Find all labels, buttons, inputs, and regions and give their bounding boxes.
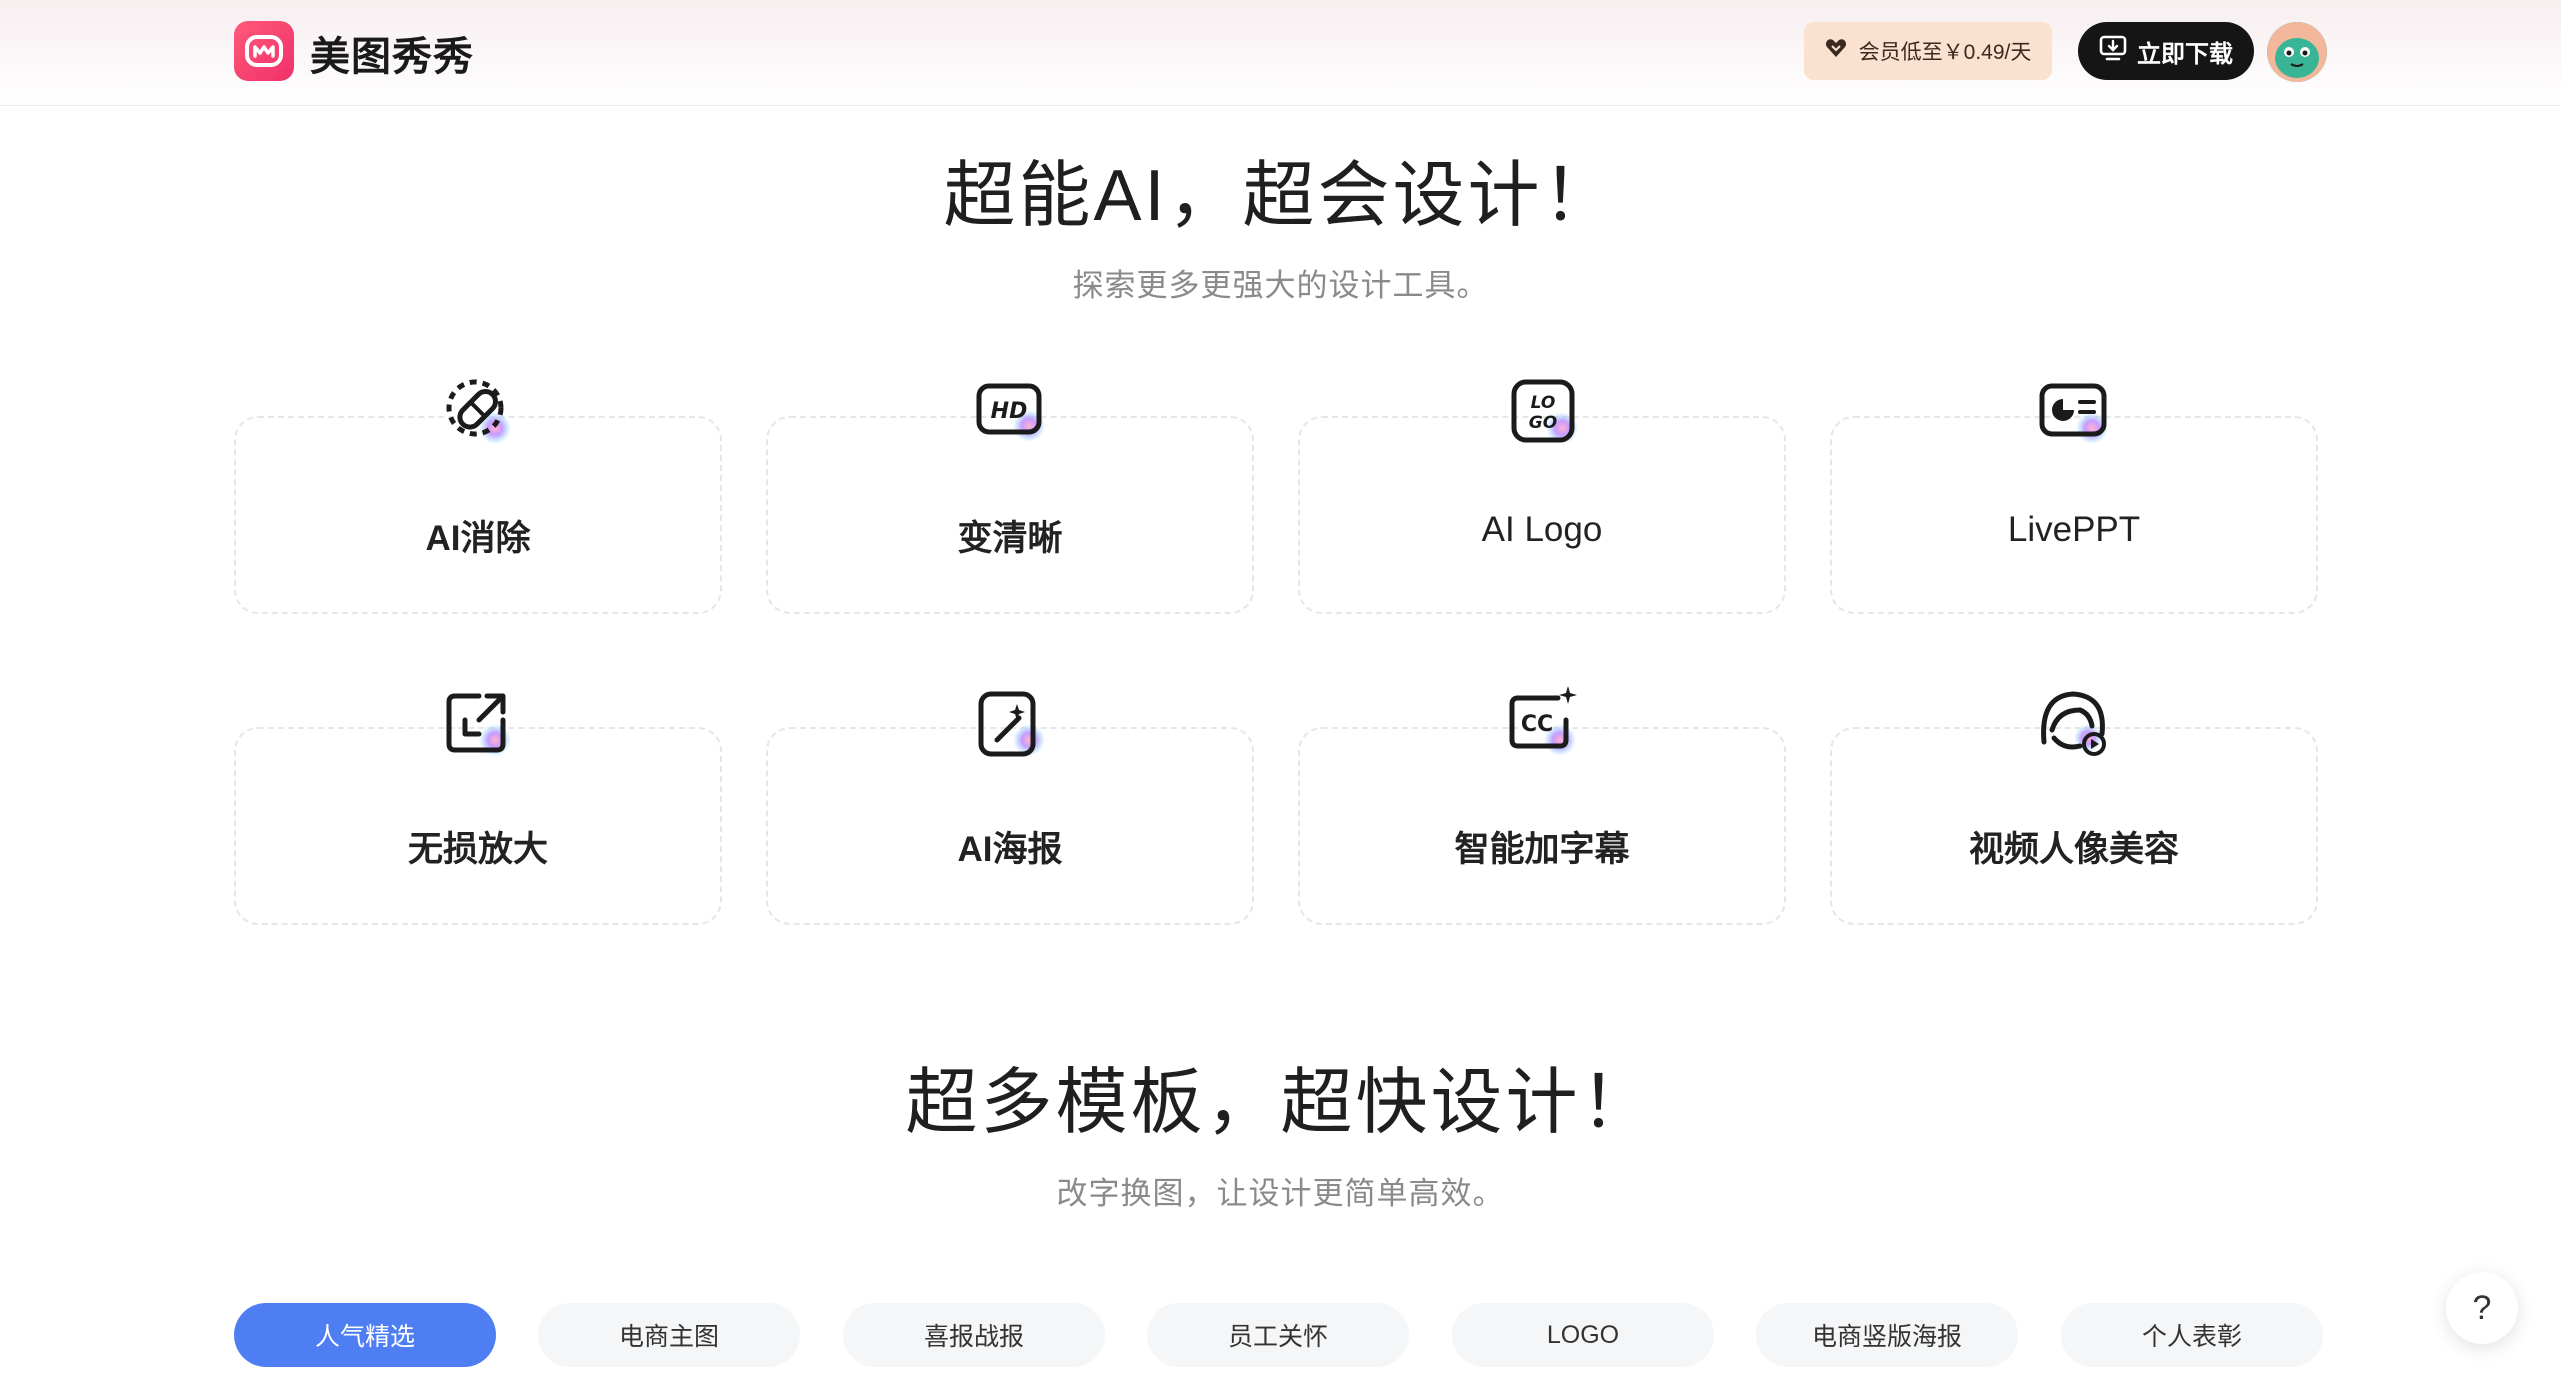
meitu-logo-icon[interactable] bbox=[234, 21, 294, 81]
tool-label: 无损放大 bbox=[407, 830, 548, 869]
monitor-download-icon bbox=[2099, 35, 2127, 68]
template-category-tabs: 人气精选 电商主图 喜报战报 员工关怀 LOGO 电商竖版海报 个人表彰 bbox=[234, 1303, 2324, 1367]
tab-ecommerce-vertical-poster[interactable]: 电商竖版海报 bbox=[1756, 1303, 2018, 1367]
ai-section-title: 超能AI，超会设计！ bbox=[943, 156, 1618, 236]
hd-icon: HD bbox=[967, 368, 1053, 454]
svg-text:LO: LO bbox=[1531, 393, 1556, 413]
user-avatar[interactable] bbox=[2267, 22, 2327, 82]
tool-label: 智能加字幕 bbox=[1454, 830, 1630, 869]
tab-personal-commendation[interactable]: 个人表彰 bbox=[2061, 1303, 2323, 1367]
subtitle-cc-icon: CC bbox=[1500, 680, 1586, 766]
tool-label: 变清晰 bbox=[957, 519, 1063, 558]
vip-membership-button[interactable]: 会员低至￥0.49/天 bbox=[1804, 22, 2052, 80]
portrait-beauty-icon bbox=[2030, 680, 2116, 766]
vip-label: 会员低至￥0.49/天 bbox=[1858, 41, 2032, 64]
help-button[interactable]: ? bbox=[2446, 1272, 2518, 1344]
tool-label: AI Logo bbox=[1481, 510, 1603, 549]
ppt-chart-icon bbox=[2030, 368, 2116, 454]
heart-diamond-icon bbox=[1825, 38, 1847, 64]
tool-label: AI海报 bbox=[957, 830, 1063, 869]
tab-ecommerce-main-image[interactable]: 电商主图 bbox=[538, 1303, 800, 1367]
download-label: 立即下载 bbox=[2137, 40, 2233, 68]
ai-section-subtitle: 探索更多更强大的设计工具。 bbox=[1072, 268, 1489, 303]
top-navigation-bar: 美图秀秀 会员低至￥0.49/天 立即下载 bbox=[0, 0, 2561, 106]
magic-poster-icon bbox=[967, 680, 1053, 766]
download-button[interactable]: 立即下载 bbox=[2078, 22, 2254, 80]
tab-logo[interactable]: LOGO bbox=[1452, 1303, 1714, 1367]
eraser-bandage-icon bbox=[435, 368, 521, 454]
logo-icon: LO GO bbox=[1500, 368, 1586, 454]
tab-good-news-report[interactable]: 喜报战报 bbox=[843, 1303, 1105, 1367]
tool-label: 视频人像美容 bbox=[1968, 830, 2179, 869]
svg-text:HD: HD bbox=[991, 399, 1028, 424]
svg-text:GO: GO bbox=[1529, 413, 1557, 433]
svg-text:CC: CC bbox=[1521, 712, 1553, 737]
tool-label: LivePPT bbox=[2007, 510, 2141, 549]
template-section-title: 超多模板，超快设计！ bbox=[905, 1063, 1656, 1143]
expand-image-icon bbox=[435, 680, 521, 766]
tool-label: AI消除 bbox=[425, 519, 531, 558]
template-section-subtitle: 改字换图，让设计更简单高效。 bbox=[1056, 1176, 1505, 1211]
tab-employee-care[interactable]: 员工关怀 bbox=[1147, 1303, 1409, 1367]
tab-popular-picks[interactable]: 人气精选 bbox=[234, 1303, 496, 1367]
brand-name[interactable]: 美图秀秀 bbox=[310, 24, 474, 82]
